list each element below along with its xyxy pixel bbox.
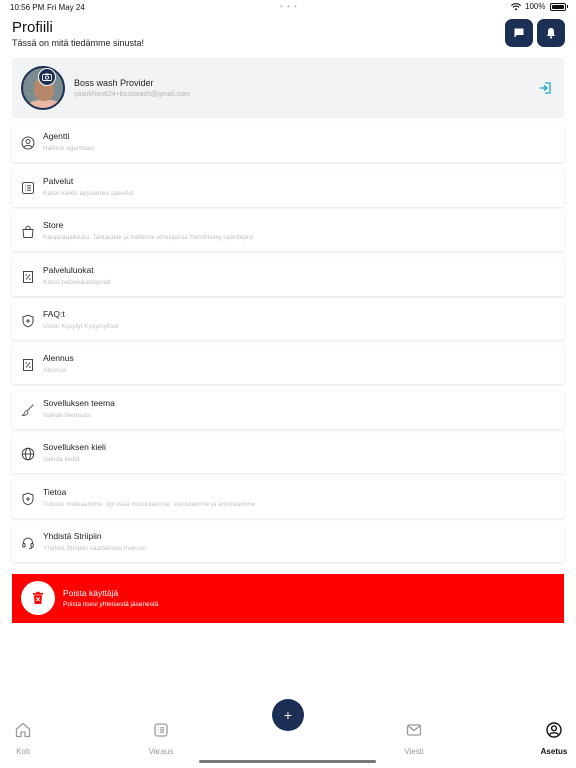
status-bar: 10:56 PM Fri May 24 • • • 100%: [0, 0, 576, 14]
menu-item-title: Store: [43, 220, 64, 230]
shield-info-icon: [22, 492, 34, 506]
status-time: 10:56 PM: [10, 3, 45, 12]
profile-email: yasirkhan624+bosswash@gmail.com: [74, 91, 190, 98]
list-icon: [22, 182, 34, 194]
menu-item-title: FAQ:t: [43, 309, 65, 319]
menu-item-subtitle: Vaihda teemaasi: [43, 412, 91, 419]
menu-item-title: Yhdistä Striipiin: [43, 531, 102, 541]
change-photo-button[interactable]: [38, 68, 56, 86]
menu-item-title: Palvelut: [43, 176, 74, 186]
menu-item-subtitle: Hallitse agenttiasi: [43, 145, 94, 152]
discount-icon: [23, 359, 33, 371]
menu-item-subtitle: Katso palvelukategoriat: [43, 279, 111, 286]
home-icon: [15, 722, 31, 738]
menu-item-palveluluokat[interactable]: Palveluluokat Katso palvelukategoriat: [12, 258, 564, 296]
camera-icon: [42, 73, 52, 81]
menu-item-sovelluksen-teema[interactable]: Sovelluksen teema Vaihda teemaasi: [12, 391, 564, 429]
receipt-percent-icon: [23, 271, 33, 283]
logout-icon[interactable]: [538, 81, 552, 95]
page-subtitle: Tässä on mitä tiedämme sinusta!: [12, 38, 145, 48]
bell-icon: [546, 28, 556, 39]
wifi-icon: [511, 2, 522, 10]
battery-icon: [549, 2, 566, 11]
mail-icon: [406, 724, 422, 736]
delete-icon-circle: [21, 581, 55, 615]
user-circle-icon: [546, 722, 562, 738]
tab-varaus[interactable]: Varaus: [146, 721, 176, 756]
menu-item-title: Palveluluokat: [43, 265, 94, 275]
menu-item-faq[interactable]: FAQ:t Usein Kysytyt Kysymykset: [12, 302, 564, 340]
menu-item-title: Sovelluksen kieli: [43, 442, 106, 452]
status-date: Fri May 24: [47, 3, 85, 12]
battery-percent: 100%: [525, 2, 546, 11]
profile-name: Boss wash Provider: [74, 78, 154, 88]
menu-item-title: Agentti: [43, 131, 70, 141]
delete-account-button[interactable]: Poista käyttäjä Poista itsesi yhteisestä…: [12, 574, 564, 623]
tab-label: Asetus: [540, 747, 568, 756]
menu-item-store[interactable]: Store Kauppapaikkasi: Tarkastele ja hall…: [12, 213, 564, 251]
delete-account-subtitle: Poista itsesi yhteisestä jäsenestä: [63, 601, 159, 608]
profile-card[interactable]: Boss wash Provider yasirkhan624+bosswash…: [12, 58, 564, 118]
multitask-dots: • • •: [280, 2, 298, 11]
menu-item-alennus[interactable]: Alennus Alennus: [12, 346, 564, 384]
delete-account-title: Poista käyttäjä: [63, 588, 119, 598]
tab-label: Viesti: [404, 747, 424, 756]
menu-item-subtitle: Vaihda kieltä: [43, 456, 80, 463]
menu-item-subtitle: Katso kaikki tarjoamasi palvelut: [43, 190, 134, 197]
menu-item-title: Tietoa: [43, 487, 67, 497]
notifications-button[interactable]: [537, 19, 565, 47]
tab-viesti[interactable]: Viesti: [400, 721, 428, 756]
menu-item-subtitle: Usein Kysytyt Kysymykset: [43, 323, 119, 330]
avatar-shirt: [27, 100, 63, 108]
tab-label: Varaus: [148, 747, 174, 756]
menu-item-title: Sovelluksen teema: [43, 398, 115, 408]
shield-plus-icon: [22, 314, 34, 328]
chat-button[interactable]: [505, 19, 533, 47]
brush-icon: [21, 404, 34, 417]
tab-label: Koti: [16, 747, 30, 756]
menu-item-title: Alennus: [43, 353, 74, 363]
trash-icon: [33, 591, 43, 604]
list-icon: [154, 723, 168, 737]
menu-item-subtitle: Kauppapaikkasi: Tarkastele ja hallinnoi …: [43, 234, 254, 241]
home-indicator: [199, 760, 376, 763]
tab-asetus[interactable]: Asetus: [538, 721, 570, 756]
menu-item-subtitle: Tutustu matkaamme: opi lisää missiotamme…: [43, 501, 256, 508]
menu-item-palvelut[interactable]: Palvelut Katso kaikki tarjoamasi palvelu…: [12, 169, 564, 207]
menu-item-tietoa[interactable]: Tietoa Tutustu matkaamme: opi lisää miss…: [12, 480, 564, 518]
user-circle-icon: [21, 136, 35, 150]
menu-item-yhdista-striipiin[interactable]: Yhdistä Striipiin Yhdistä Striipiin saad…: [12, 524, 564, 562]
tab-koti[interactable]: Koti: [10, 721, 36, 756]
menu-item-subtitle: Alennus: [43, 367, 67, 374]
battery-nub: [566, 5, 568, 8]
page-title: Profiili: [12, 19, 53, 36]
chat-icon: [514, 28, 524, 38]
status-right: 100%: [511, 2, 568, 11]
globe-icon: [21, 447, 35, 461]
menu-item-agentti[interactable]: Agentti Hallitse agenttiasi: [12, 124, 564, 162]
headset-icon: [22, 537, 34, 550]
menu-item-subtitle: Yhdistä Striipiin saadaksesi maksun: [43, 545, 147, 552]
shopping-bag-icon: [22, 225, 34, 238]
menu-item-sovelluksen-kieli[interactable]: Sovelluksen kieli Vaihda kieltä: [12, 435, 564, 473]
